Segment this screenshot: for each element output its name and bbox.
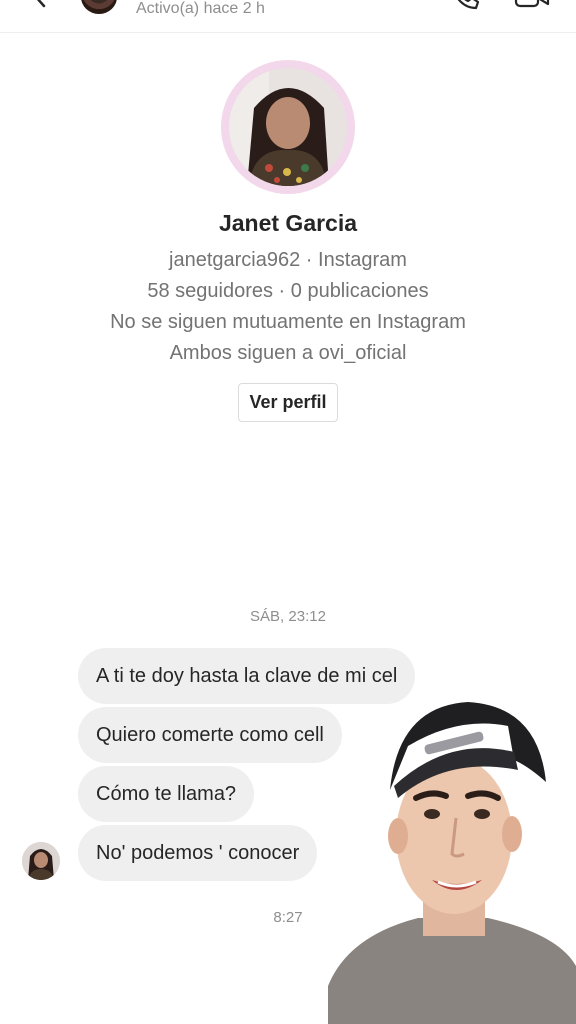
header-avatar[interactable]	[81, 0, 117, 14]
profile-stats: 58 seguidores · 0 publicaciones	[147, 280, 429, 302]
profile-card: Janet Garcia janetgarcia962 · Instagram …	[0, 60, 576, 422]
common-follow: Ambos siguen a ovi_oficial	[169, 342, 407, 364]
profile-name: Janet Garcia	[218, 210, 358, 236]
profile-photo	[229, 68, 347, 186]
chat-header: Activo(a) hace 2 h	[0, 0, 576, 33]
active-status: Activo(a) hace 2 h	[136, 0, 265, 17]
sender-avatar[interactable]	[22, 842, 60, 880]
message-bubble[interactable]: No' podemos ' conocer	[78, 825, 318, 881]
profile-avatar[interactable]	[221, 60, 355, 194]
view-profile-button[interactable]: Ver perfil	[238, 383, 338, 422]
video-camera-icon[interactable]	[512, 0, 552, 10]
mutual-follow-status: No se siguen mutuamente en Instagram	[110, 311, 466, 333]
back-arrow-icon[interactable]	[30, 0, 52, 8]
message-bubble[interactable]: Cómo te llama?	[78, 766, 255, 822]
date-timestamp: SÁB, 23:12	[250, 608, 326, 625]
reaction-video-overlay	[328, 686, 576, 1024]
phone-icon[interactable]	[450, 0, 480, 10]
message-bubble[interactable]: Quiero comerte como cell	[78, 707, 342, 763]
profile-handle: janetgarcia962 · Instagram	[169, 249, 407, 271]
